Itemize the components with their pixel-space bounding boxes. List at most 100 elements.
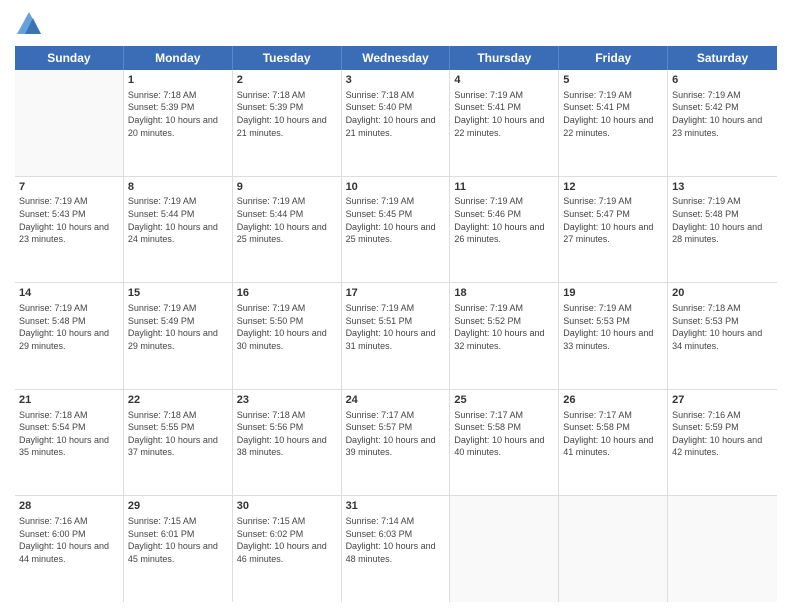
cell-info: Sunrise: 7:19 AM Sunset: 5:41 PM Dayligh… <box>563 89 663 139</box>
calendar-week-3: 14 Sunrise: 7:19 AM Sunset: 5:48 PM Dayl… <box>15 283 777 390</box>
day-number: 23 <box>237 393 337 408</box>
day-number: 19 <box>563 286 663 301</box>
day-cell-28: 28 Sunrise: 7:16 AM Sunset: 6:00 PM Dayl… <box>15 496 124 602</box>
day-cell-19: 19 Sunrise: 7:19 AM Sunset: 5:53 PM Dayl… <box>559 283 668 389</box>
day-cell-6: 6 Sunrise: 7:19 AM Sunset: 5:42 PM Dayli… <box>668 70 777 176</box>
day-header-sunday: Sunday <box>15 46 124 70</box>
day-number: 20 <box>672 286 773 301</box>
day-cell-26: 26 Sunrise: 7:17 AM Sunset: 5:58 PM Dayl… <box>559 390 668 496</box>
day-number: 26 <box>563 393 663 408</box>
day-cell-9: 9 Sunrise: 7:19 AM Sunset: 5:44 PM Dayli… <box>233 177 342 283</box>
cell-info: Sunrise: 7:19 AM Sunset: 5:45 PM Dayligh… <box>346 195 446 245</box>
day-number: 17 <box>346 286 446 301</box>
cell-info: Sunrise: 7:18 AM Sunset: 5:39 PM Dayligh… <box>128 89 228 139</box>
day-number: 29 <box>128 499 228 514</box>
day-number: 15 <box>128 286 228 301</box>
day-cell-30: 30 Sunrise: 7:15 AM Sunset: 6:02 PM Dayl… <box>233 496 342 602</box>
day-number: 14 <box>19 286 119 301</box>
day-cell-5: 5 Sunrise: 7:19 AM Sunset: 5:41 PM Dayli… <box>559 70 668 176</box>
cell-info: Sunrise: 7:17 AM Sunset: 5:57 PM Dayligh… <box>346 409 446 459</box>
cell-info: Sunrise: 7:19 AM Sunset: 5:52 PM Dayligh… <box>454 302 554 352</box>
day-cell-31: 31 Sunrise: 7:14 AM Sunset: 6:03 PM Dayl… <box>342 496 451 602</box>
calendar-week-2: 7 Sunrise: 7:19 AM Sunset: 5:43 PM Dayli… <box>15 177 777 284</box>
day-cell-23: 23 Sunrise: 7:18 AM Sunset: 5:56 PM Dayl… <box>233 390 342 496</box>
day-header-wednesday: Wednesday <box>342 46 451 70</box>
page: SundayMondayTuesdayWednesdayThursdayFrid… <box>0 0 792 612</box>
logo-icon <box>15 10 43 38</box>
cell-info: Sunrise: 7:19 AM Sunset: 5:50 PM Dayligh… <box>237 302 337 352</box>
day-cell-empty <box>559 496 668 602</box>
day-cell-27: 27 Sunrise: 7:16 AM Sunset: 5:59 PM Dayl… <box>668 390 777 496</box>
day-number: 13 <box>672 180 773 195</box>
day-cell-13: 13 Sunrise: 7:19 AM Sunset: 5:48 PM Dayl… <box>668 177 777 283</box>
day-number: 18 <box>454 286 554 301</box>
cell-info: Sunrise: 7:15 AM Sunset: 6:02 PM Dayligh… <box>237 515 337 565</box>
day-number: 6 <box>672 73 773 88</box>
day-number: 28 <box>19 499 119 514</box>
cell-info: Sunrise: 7:18 AM Sunset: 5:39 PM Dayligh… <box>237 89 337 139</box>
cell-info: Sunrise: 7:16 AM Sunset: 5:59 PM Dayligh… <box>672 409 773 459</box>
cell-info: Sunrise: 7:18 AM Sunset: 5:56 PM Dayligh… <box>237 409 337 459</box>
day-cell-16: 16 Sunrise: 7:19 AM Sunset: 5:50 PM Dayl… <box>233 283 342 389</box>
day-cell-2: 2 Sunrise: 7:18 AM Sunset: 5:39 PM Dayli… <box>233 70 342 176</box>
calendar: SundayMondayTuesdayWednesdayThursdayFrid… <box>15 46 777 602</box>
cell-info: Sunrise: 7:19 AM Sunset: 5:53 PM Dayligh… <box>563 302 663 352</box>
day-number: 22 <box>128 393 228 408</box>
day-cell-4: 4 Sunrise: 7:19 AM Sunset: 5:41 PM Dayli… <box>450 70 559 176</box>
day-cell-24: 24 Sunrise: 7:17 AM Sunset: 5:57 PM Dayl… <box>342 390 451 496</box>
cell-info: Sunrise: 7:19 AM Sunset: 5:42 PM Dayligh… <box>672 89 773 139</box>
day-header-monday: Monday <box>124 46 233 70</box>
day-number: 10 <box>346 180 446 195</box>
day-cell-20: 20 Sunrise: 7:18 AM Sunset: 5:53 PM Dayl… <box>668 283 777 389</box>
day-header-friday: Friday <box>559 46 668 70</box>
day-cell-10: 10 Sunrise: 7:19 AM Sunset: 5:45 PM Dayl… <box>342 177 451 283</box>
cell-info: Sunrise: 7:19 AM Sunset: 5:47 PM Dayligh… <box>563 195 663 245</box>
day-cell-empty <box>15 70 124 176</box>
cell-info: Sunrise: 7:16 AM Sunset: 6:00 PM Dayligh… <box>19 515 119 565</box>
calendar-header: SundayMondayTuesdayWednesdayThursdayFrid… <box>15 46 777 70</box>
day-header-thursday: Thursday <box>450 46 559 70</box>
day-cell-17: 17 Sunrise: 7:19 AM Sunset: 5:51 PM Dayl… <box>342 283 451 389</box>
cell-info: Sunrise: 7:17 AM Sunset: 5:58 PM Dayligh… <box>563 409 663 459</box>
day-number: 7 <box>19 180 119 195</box>
calendar-week-4: 21 Sunrise: 7:18 AM Sunset: 5:54 PM Dayl… <box>15 390 777 497</box>
day-header-saturday: Saturday <box>668 46 777 70</box>
cell-info: Sunrise: 7:19 AM Sunset: 5:46 PM Dayligh… <box>454 195 554 245</box>
day-cell-15: 15 Sunrise: 7:19 AM Sunset: 5:49 PM Dayl… <box>124 283 233 389</box>
day-header-tuesday: Tuesday <box>233 46 342 70</box>
day-cell-18: 18 Sunrise: 7:19 AM Sunset: 5:52 PM Dayl… <box>450 283 559 389</box>
cell-info: Sunrise: 7:18 AM Sunset: 5:40 PM Dayligh… <box>346 89 446 139</box>
cell-info: Sunrise: 7:19 AM Sunset: 5:44 PM Dayligh… <box>237 195 337 245</box>
day-number: 31 <box>346 499 446 514</box>
day-cell-8: 8 Sunrise: 7:19 AM Sunset: 5:44 PM Dayli… <box>124 177 233 283</box>
calendar-week-5: 28 Sunrise: 7:16 AM Sunset: 6:00 PM Dayl… <box>15 496 777 602</box>
cell-info: Sunrise: 7:18 AM Sunset: 5:53 PM Dayligh… <box>672 302 773 352</box>
cell-info: Sunrise: 7:14 AM Sunset: 6:03 PM Dayligh… <box>346 515 446 565</box>
day-cell-11: 11 Sunrise: 7:19 AM Sunset: 5:46 PM Dayl… <box>450 177 559 283</box>
header <box>15 10 777 38</box>
day-number: 27 <box>672 393 773 408</box>
cell-info: Sunrise: 7:19 AM Sunset: 5:48 PM Dayligh… <box>19 302 119 352</box>
calendar-week-1: 1 Sunrise: 7:18 AM Sunset: 5:39 PM Dayli… <box>15 70 777 177</box>
cell-info: Sunrise: 7:19 AM Sunset: 5:51 PM Dayligh… <box>346 302 446 352</box>
day-cell-3: 3 Sunrise: 7:18 AM Sunset: 5:40 PM Dayli… <box>342 70 451 176</box>
day-number: 12 <box>563 180 663 195</box>
day-number: 1 <box>128 73 228 88</box>
day-number: 24 <box>346 393 446 408</box>
day-cell-1: 1 Sunrise: 7:18 AM Sunset: 5:39 PM Dayli… <box>124 70 233 176</box>
cell-info: Sunrise: 7:19 AM Sunset: 5:48 PM Dayligh… <box>672 195 773 245</box>
logo <box>15 10 47 38</box>
day-cell-25: 25 Sunrise: 7:17 AM Sunset: 5:58 PM Dayl… <box>450 390 559 496</box>
calendar-body: 1 Sunrise: 7:18 AM Sunset: 5:39 PM Dayli… <box>15 70 777 602</box>
day-number: 16 <box>237 286 337 301</box>
day-cell-empty <box>668 496 777 602</box>
day-number: 11 <box>454 180 554 195</box>
day-number: 4 <box>454 73 554 88</box>
day-number: 9 <box>237 180 337 195</box>
day-number: 8 <box>128 180 228 195</box>
day-number: 30 <box>237 499 337 514</box>
cell-info: Sunrise: 7:18 AM Sunset: 5:55 PM Dayligh… <box>128 409 228 459</box>
day-cell-22: 22 Sunrise: 7:18 AM Sunset: 5:55 PM Dayl… <box>124 390 233 496</box>
day-number: 21 <box>19 393 119 408</box>
day-cell-12: 12 Sunrise: 7:19 AM Sunset: 5:47 PM Dayl… <box>559 177 668 283</box>
